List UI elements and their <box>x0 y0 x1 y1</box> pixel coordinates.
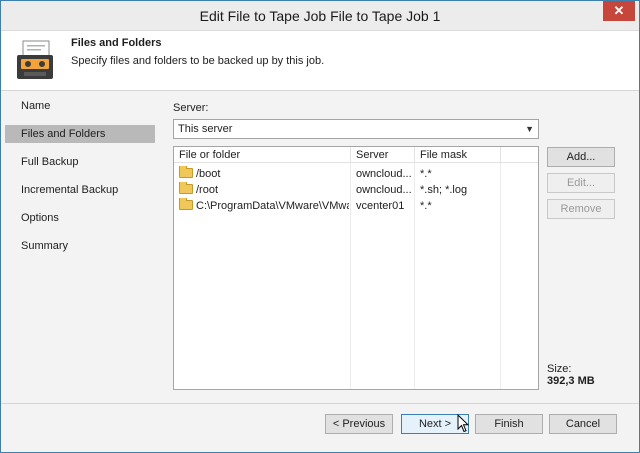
mouse-pointer-icon <box>457 414 469 433</box>
row-path: /boot <box>196 168 221 180</box>
close-button[interactable]: ✕ <box>603 1 635 21</box>
column-header-file-mask[interactable]: File mask <box>415 147 501 163</box>
wizard-window: Edit File to Tape Job File to Tape Job 1… <box>0 0 640 453</box>
wizard-header: Files and Folders Specify files and fold… <box>1 31 639 91</box>
title-bar[interactable]: Edit File to Tape Job File to Tape Job 1… <box>1 1 639 31</box>
row-mask: *.* <box>420 200 432 212</box>
close-icon: ✕ <box>613 3 625 18</box>
row-mask: *.* <box>420 168 432 180</box>
nav-item-options[interactable]: Options <box>5 209 155 227</box>
window-title: Edit File to Tape Job File to Tape Job 1 <box>199 8 441 24</box>
column-header-server[interactable]: Server <box>351 147 415 163</box>
row-path-cell: /root <box>179 182 349 198</box>
nav-item-files-and-folders[interactable]: Files and Folders <box>5 125 155 143</box>
size-value: 392,3 MB <box>547 375 595 387</box>
remove-button[interactable]: Remove <box>547 199 615 219</box>
table-row[interactable]: /root owncloud... *.sh; *.log <box>174 182 538 198</box>
folder-icon <box>179 182 193 195</box>
column-header-file-or-folder[interactable]: File or folder <box>174 147 351 163</box>
server-select-value: This server <box>178 123 233 135</box>
table-row[interactable]: /boot owncloud... *.* <box>174 166 538 182</box>
finish-button[interactable]: Finish <box>475 414 543 434</box>
nav-item-name[interactable]: Name <box>5 97 155 115</box>
row-server: owncloud... <box>356 168 412 180</box>
server-label: Server: <box>173 102 209 114</box>
row-path-cell: /boot <box>179 166 349 182</box>
table-header: File or folder Server File mask <box>174 147 538 163</box>
row-path-cell: C:\ProgramData\VMware\VMwa... <box>179 198 349 214</box>
size-label: Size: <box>547 363 572 375</box>
row-server: vcenter01 <box>356 200 405 212</box>
row-path: C:\ProgramData\VMware\VMwa... <box>196 200 349 212</box>
folder-icon <box>179 198 193 211</box>
previous-button[interactable]: < Previous <box>325 414 393 434</box>
server-select[interactable]: This server ▼ <box>173 119 539 139</box>
step-title: Files and Folders <box>71 37 162 49</box>
add-button[interactable]: Add... <box>547 147 615 167</box>
row-mask: *.sh; *.log <box>420 184 468 196</box>
files-table[interactable]: File or folder Server File mask /boot ow… <box>173 146 539 390</box>
nav-item-summary[interactable]: Summary <box>5 237 155 255</box>
nav-item-full-backup[interactable]: Full Backup <box>5 153 155 171</box>
table-row[interactable]: C:\ProgramData\VMware\VMwa... vcenter01 … <box>174 198 538 214</box>
tape-cassette-icon <box>17 40 53 79</box>
wizard-steps-nav: Name Files and Folders Full Backup Incre… <box>5 97 155 265</box>
folder-icon <box>179 166 193 179</box>
nav-item-incremental-backup[interactable]: Incremental Backup <box>5 181 155 199</box>
cancel-button[interactable]: Cancel <box>549 414 617 434</box>
chevron-down-icon[interactable]: ▼ <box>525 120 534 138</box>
row-path: /root <box>196 184 219 196</box>
step-description: Specify files and folders to be backed u… <box>71 55 325 67</box>
edit-button[interactable]: Edit... <box>547 173 615 193</box>
row-server: owncloud... <box>356 184 412 196</box>
footer-divider <box>1 403 639 404</box>
